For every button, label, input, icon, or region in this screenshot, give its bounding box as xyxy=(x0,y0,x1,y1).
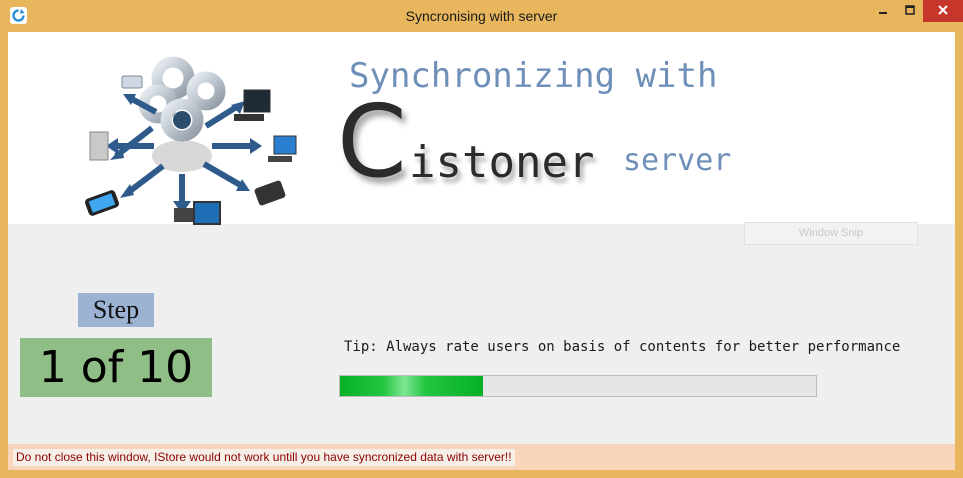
warning-text: Do not close this window, IStore would n… xyxy=(13,449,515,466)
close-button[interactable] xyxy=(923,0,963,22)
step-label: Step xyxy=(78,293,154,327)
server-label: server xyxy=(623,143,732,178)
maximize-button[interactable] xyxy=(896,0,923,22)
sync-progress-bar xyxy=(339,375,817,397)
warning-bar: Do not close this window, IStore would n… xyxy=(8,444,955,470)
network-sync-logo xyxy=(85,56,297,225)
close-icon xyxy=(938,2,948,20)
step-counter: 1 of 10 xyxy=(20,338,212,397)
header-banner: Synchronizing with C istoner server xyxy=(8,32,955,225)
title-bar[interactable]: Syncronising with server xyxy=(0,0,963,32)
minimize-button[interactable] xyxy=(869,0,896,22)
progress-fill xyxy=(340,376,483,396)
brand-initial: C xyxy=(337,83,407,200)
window-snip-overlay[interactable]: Window Snip xyxy=(744,222,918,245)
window-title: Syncronising with server xyxy=(405,8,558,24)
minimize-icon xyxy=(878,2,888,20)
maximize-icon xyxy=(904,2,915,20)
main-content: Synchronizing with C istoner server Wind… xyxy=(8,32,955,470)
brand-name: istoner xyxy=(409,137,595,188)
tip-text: Tip: Always rate users on basis of conte… xyxy=(344,339,901,355)
